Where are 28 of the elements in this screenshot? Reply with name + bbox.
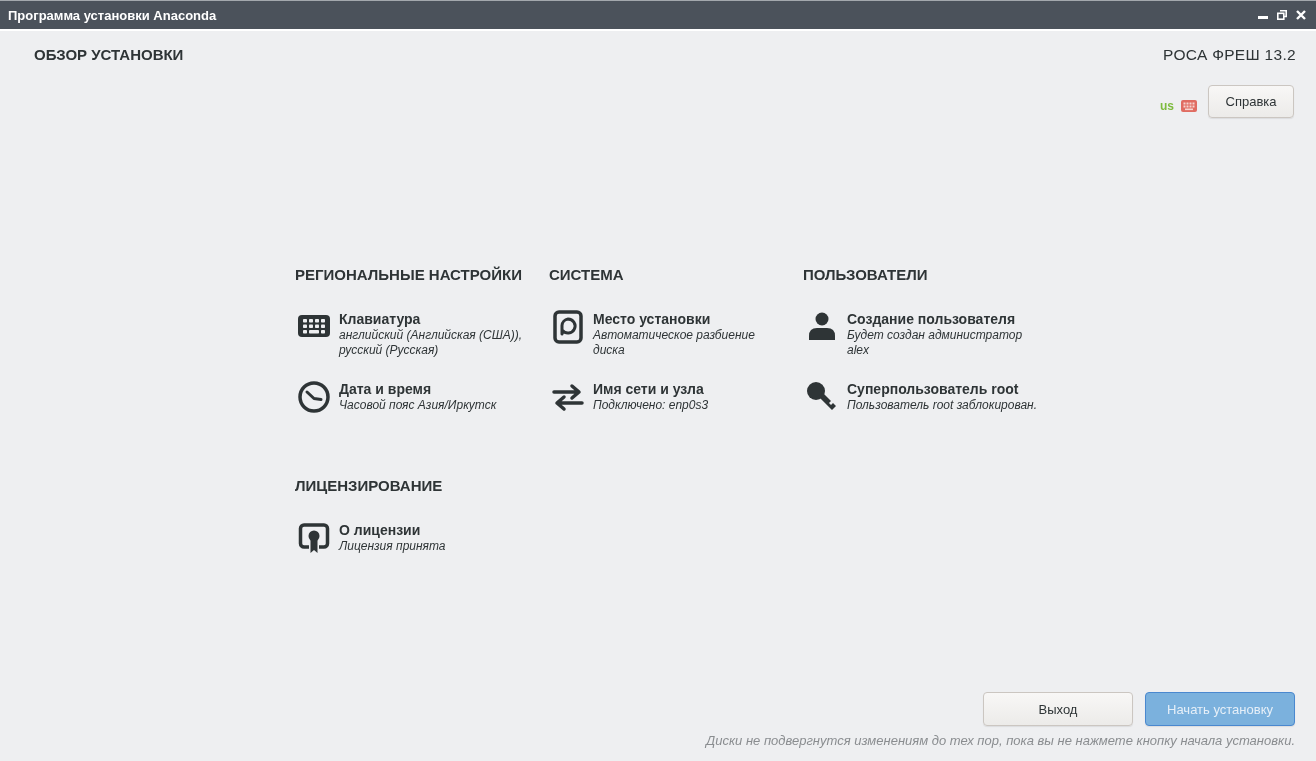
spoke-title[interactable]: Клавиатура [339,310,529,328]
spoke-status: Автоматическое разбиение диска [593,328,756,358]
spoke-status: Лицензия принята [339,539,446,554]
category-heading: РЕГИОНАЛЬНЫЕ НАСТРОЙКИ [295,265,523,285]
spoke-title[interactable]: Суперпользователь root [847,380,1037,398]
spoke-status: Подключено: enp0s3 [593,398,709,413]
page-title: ОБЗОР УСТАНОВКИ [34,45,184,65]
help-button[interactable]: Справка [1208,85,1294,118]
category-heading: СИСТЕМА [549,265,625,285]
warning-note: Диски не подвергнутся изменениям до тех пор, пока вы не нажмете кнопку начала установки. [706,733,1295,749]
spoke-status: Пользователь root заблокирован. [847,398,1037,413]
spoke-status: Часовой пояс Азия/Иркутск [339,398,497,413]
spoke-title[interactable]: О лицензии [339,521,446,539]
spoke-title[interactable]: Имя сети и узла [593,380,709,398]
spoke-status: английский (Английская (США)), русский (Русская) [339,328,524,358]
certificate-icon[interactable] [297,521,331,555]
restore-icon[interactable] [1277,10,1287,20]
window-title: Программа установки Anaconda [8,7,217,23]
clock-icon[interactable] [297,380,331,414]
spoke-title[interactable]: Дата и время [339,380,497,398]
category-heading: ЛИЦЕНЗИРОВАНИЕ [295,476,444,496]
product-name: РОСА ФРЕШ 13.2 [1163,45,1296,65]
quit-button[interactable]: Выход [983,692,1133,726]
category-heading: ПОЛЬЗОВАТЕЛИ [803,265,929,285]
spoke-title[interactable]: Создание пользователя [847,310,1037,328]
spoke-title[interactable]: Место установки [593,310,783,328]
close-icon[interactable] [1296,10,1306,20]
spoke-status: Будет создан администратор alex [847,328,1024,358]
